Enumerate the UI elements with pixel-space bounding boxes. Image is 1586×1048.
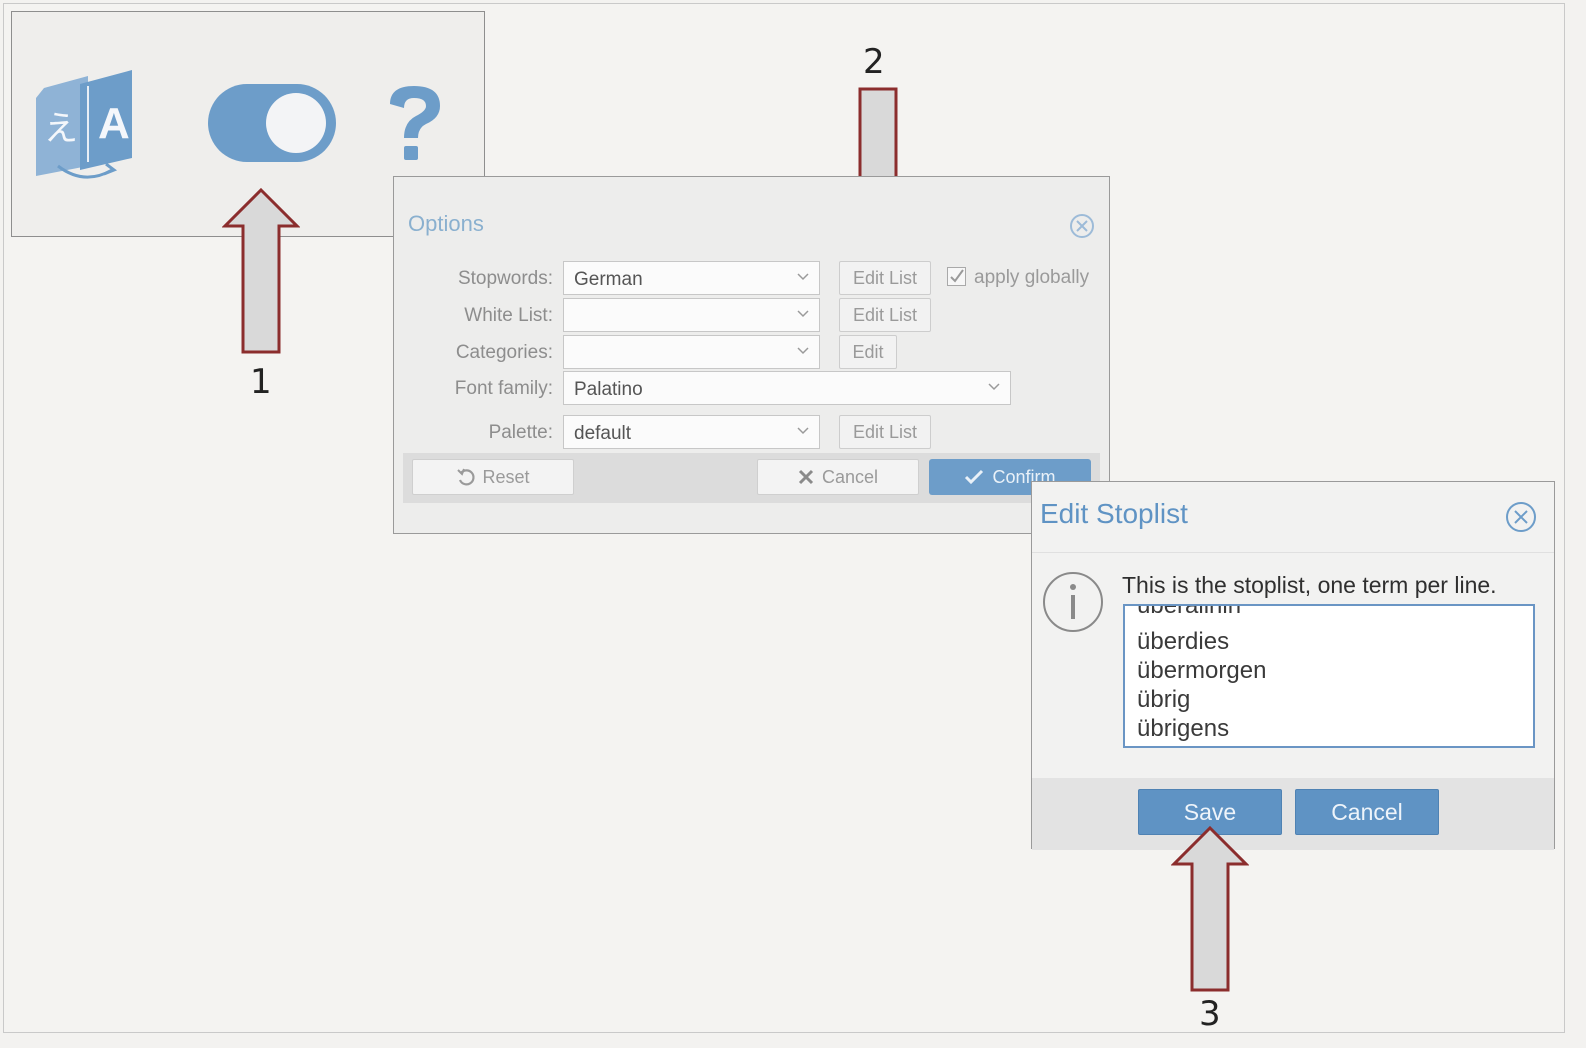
stopwords-edit-list-button[interactable]: Edit List — [839, 261, 931, 295]
whitelist-edit-list-button[interactable]: Edit List — [839, 298, 931, 332]
palette-value: default — [574, 423, 632, 444]
chevron-down-icon — [797, 310, 809, 318]
stopwords-select[interactable]: German — [563, 261, 820, 295]
categories-label: Categories: — [455, 342, 553, 363]
cancel-label: Cancel — [821, 467, 879, 487]
chevron-down-icon — [988, 383, 1000, 391]
cancel-button[interactable]: Cancel — [1295, 789, 1439, 835]
font-family-value: Palatino — [574, 379, 643, 400]
step-label-3: 3 — [1199, 994, 1221, 1034]
stoplist-term: überdies — [1137, 628, 1230, 655]
step-label-2: 2 — [863, 42, 885, 82]
categories-select[interactable] — [563, 335, 820, 369]
dialog-title: Edit Stoplist — [1040, 498, 1188, 529]
chevron-down-icon — [797, 427, 809, 435]
options-dialog: Options Stopwords: German Edit List appl… — [393, 176, 1110, 534]
cancel-button[interactable]: Cancel — [757, 459, 919, 495]
dialog-title: Options — [408, 211, 484, 236]
stoplist-description: This is the stoplist, one term per line. — [1122, 572, 1497, 598]
stoplist-footer — [1032, 778, 1554, 850]
whitelist-select[interactable] — [563, 298, 820, 332]
toggle-icon[interactable] — [206, 82, 338, 164]
chevron-down-icon — [797, 273, 809, 281]
stoplist-term: übrig — [1137, 686, 1191, 713]
font-family-select[interactable]: Palatino — [563, 371, 1011, 405]
checkbox-box[interactable] — [947, 267, 966, 286]
edit-stoplist-dialog: Edit Stoplist This is the stoplist, one … — [1031, 481, 1555, 850]
x-icon — [798, 469, 814, 485]
step-label-1: 1 — [250, 362, 272, 402]
close-icon[interactable] — [1069, 213, 1095, 239]
svg-text:A: A — [98, 99, 130, 148]
arrow-up-1 — [222, 188, 300, 354]
stoplist-term: übrigens — [1137, 715, 1230, 742]
stoplist-term: übermorgen — [1137, 657, 1267, 684]
font-family-label: Font family: — [454, 378, 553, 399]
divider — [1032, 552, 1554, 553]
checkmark-icon — [965, 469, 984, 485]
arrow-up-3 — [1171, 826, 1249, 992]
stopwords-label: Stopwords: — [457, 268, 553, 289]
palette-label: Palette: — [488, 422, 553, 443]
reset-icon — [457, 468, 476, 486]
palette-edit-list-button[interactable]: Edit List — [839, 415, 931, 449]
apply-globally-label: apply globally — [974, 267, 1090, 288]
check-icon — [950, 269, 964, 283]
options-footer: Reset Cancel Confirm — [403, 453, 1100, 503]
reset-label: Reset — [482, 467, 530, 487]
svg-text:え: え — [44, 109, 78, 149]
stoplist-term: überallhin — [1137, 604, 1242, 619]
palette-select[interactable]: default — [563, 415, 820, 449]
stoplist-textarea[interactable]: überallhin überdies übermorgen übrig übr… — [1123, 604, 1535, 748]
info-icon — [1043, 572, 1103, 632]
close-icon[interactable] — [1505, 501, 1537, 533]
translate-icon[interactable]: A え — [34, 66, 136, 184]
categories-edit-button[interactable]: Edit — [839, 335, 897, 369]
apply-globally-checkbox[interactable]: apply globally — [947, 267, 1089, 289]
chevron-down-icon — [797, 347, 809, 355]
reset-button[interactable]: Reset — [412, 459, 574, 495]
help-icon[interactable] — [382, 82, 446, 166]
whitelist-label: White List: — [464, 305, 553, 326]
stopwords-value: German — [574, 269, 643, 290]
